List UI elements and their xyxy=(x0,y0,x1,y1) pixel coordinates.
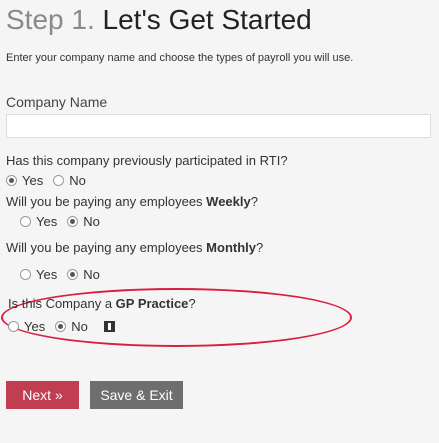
company-name-input[interactable] xyxy=(6,114,431,138)
gp-no-radio[interactable] xyxy=(55,321,67,332)
weekly-question-bold: Weekly xyxy=(206,194,251,209)
rti-options: Yes No xyxy=(6,173,96,188)
weekly-question-end: ? xyxy=(250,194,258,209)
step-number: Step 1. xyxy=(6,4,95,35)
gp-yes-option[interactable]: Yes xyxy=(8,319,45,334)
gp-yes-radio[interactable] xyxy=(8,321,19,332)
weekly-yes-radio[interactable] xyxy=(20,216,31,227)
monthly-no-label: No xyxy=(83,267,100,282)
title-text: Let's Get Started xyxy=(102,4,312,35)
weekly-no-radio[interactable] xyxy=(67,216,79,227)
next-button[interactable]: Next » xyxy=(6,381,79,409)
monthly-yes-label: Yes xyxy=(36,267,58,282)
gp-yes-label: Yes xyxy=(24,319,46,334)
weekly-question-text: Will you be paying any employees xyxy=(6,194,207,209)
monthly-question-bold: Monthly xyxy=(206,240,256,255)
page-title: Step 1. Let's Get Started xyxy=(6,4,312,36)
monthly-question: Will you be paying any employees Monthly… xyxy=(6,240,263,255)
rti-yes-radio[interactable] xyxy=(6,175,17,186)
weekly-yes-label: Yes xyxy=(36,214,58,229)
gp-question-text: Is this Company a xyxy=(8,296,116,311)
rti-question: Has this company previously participated… xyxy=(6,153,288,168)
gp-question: Is this Company a GP Practice? xyxy=(8,296,196,311)
gp-options: Yes No xyxy=(8,319,196,334)
info-icon[interactable] xyxy=(103,321,115,332)
rti-no-label: No xyxy=(69,173,86,188)
monthly-yes-radio[interactable] xyxy=(20,269,31,280)
gp-no-label: No xyxy=(71,319,88,334)
gp-question-end: ? xyxy=(188,296,196,311)
company-name-label: Company Name xyxy=(6,94,108,110)
monthly-no-option[interactable]: No xyxy=(67,267,100,282)
monthly-yes-option[interactable]: Yes xyxy=(20,267,57,282)
weekly-options: Yes No xyxy=(20,214,110,229)
monthly-question-text: Will you be paying any employees xyxy=(6,240,207,255)
monthly-no-radio[interactable] xyxy=(67,269,79,280)
page-subtitle: Enter your company name and choose the t… xyxy=(6,52,354,64)
weekly-yes-option[interactable]: Yes xyxy=(20,214,57,229)
weekly-no-label: No xyxy=(83,214,100,229)
weekly-no-option[interactable]: No xyxy=(67,214,100,229)
weekly-question: Will you be paying any employees Weekly? xyxy=(6,194,258,209)
rti-no-option[interactable]: No xyxy=(53,173,86,188)
save-exit-button[interactable]: Save & Exit xyxy=(90,381,183,409)
gp-question-bold: GP Practice xyxy=(115,296,189,311)
monthly-question-end: ? xyxy=(256,240,264,255)
rti-no-radio[interactable] xyxy=(53,175,65,186)
gp-practice-group: Is this Company a GP Practice? Yes No xyxy=(8,296,196,334)
rti-yes-option[interactable]: Yes xyxy=(6,173,43,188)
monthly-options: Yes No xyxy=(20,267,110,282)
rti-yes-label: Yes xyxy=(22,173,44,188)
gp-no-option[interactable]: No xyxy=(55,319,88,334)
